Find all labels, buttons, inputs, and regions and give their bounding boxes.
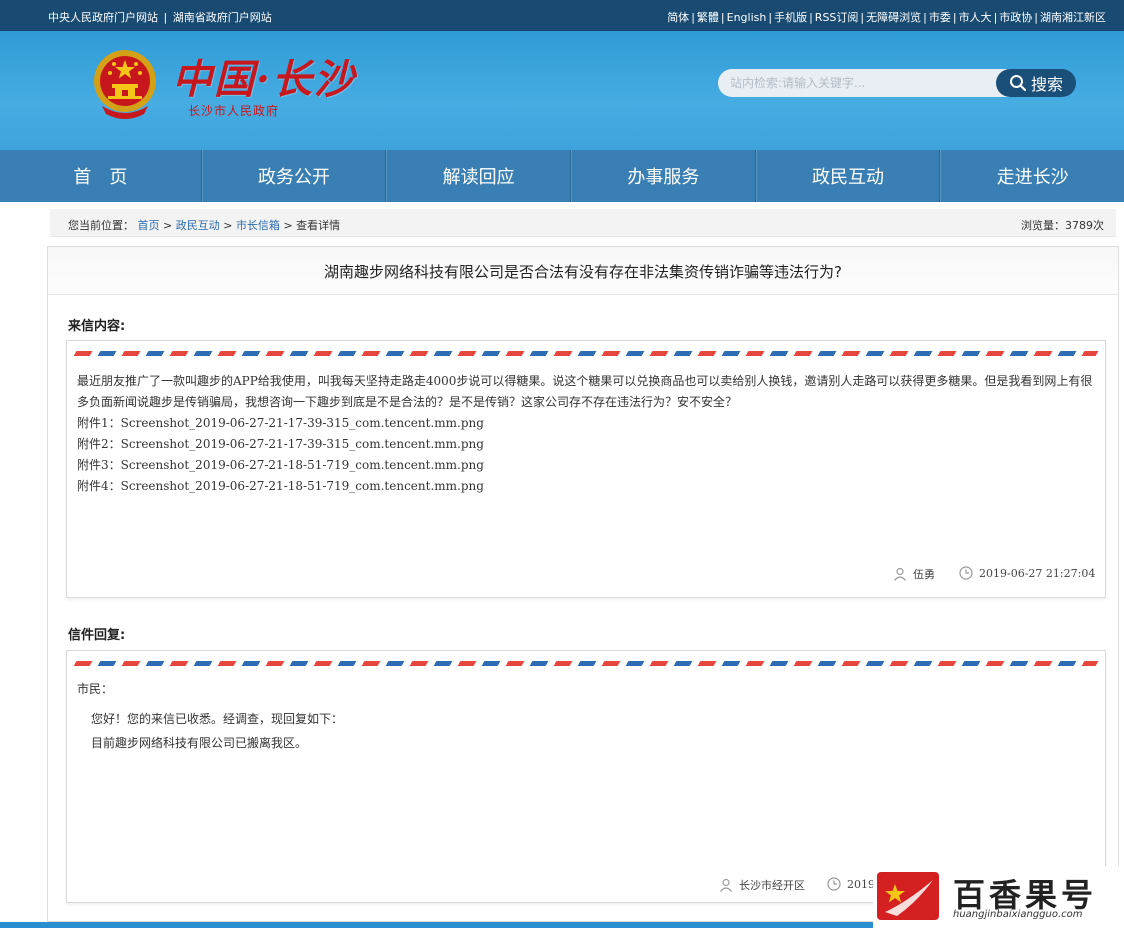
letter-content-box: 最近朋友推广了一款叫趣步的APP给我使用，叫我每天坚持走路走4000步说可以得糖… [66,340,1106,598]
nav-services[interactable]: 办事服务 [571,150,756,202]
top-utility-bar: 中央人民政府门户网站 | 湖南省政府门户网站 简体 | 繁體 | English | 手机版… [0,0,1124,31]
breadcrumb-path: 您当前位置： 首页 > 政民互动 > 市长信箱 > 查看详情 [68,219,341,232]
link-accessibility[interactable]: 无障碍浏览 [866,11,921,24]
article-titlebar: 湖南趣步网络科技有限公司是否合法有没有存在非法集资传销诈骗等违法行为? [48,247,1118,295]
national-emblem-icon [94,50,156,119]
search-button-label: 搜索 [1030,75,1063,94]
user-icon [720,878,732,892]
link-peoples-congress[interactable]: 市人大 [959,11,992,24]
reply-greeting: 市民： [77,682,114,696]
search-input[interactable] [718,69,1018,97]
letter-paragraph: 最近朋友推广了一款叫趣步的APP给我使用，叫我每天坚持走路走4000步说可以得糖… [77,374,1093,409]
user-icon [894,567,906,581]
airmail-border [73,351,1099,356]
nav-home[interactable]: 首页 [0,150,202,202]
attachment-3[interactable]: 附件3：Screenshot_2019-06-27-21-18-51-719_c… [77,455,1097,476]
airmail-border [73,661,1099,666]
main-nav: 首页 政务公开 解读回应 办事服务 政民互动 走进长沙 [0,150,1124,202]
link-xiangjiang-new-area[interactable]: 湖南湘江新区 [1040,11,1106,24]
link-hunan-gov[interactable]: 湖南省政府门户网站 [173,11,272,24]
letter-body: 最近朋友推广了一款叫趣步的APP给我使用，叫我每天坚持走路走4000步说可以得糖… [77,371,1097,497]
top-right-links: 简体 | 繁體 | English | 手机版 | RSS订阅 | 无障碍浏览 | 市委 | 市人大 | 市政协… [667,11,1106,24]
watermark-url: huangjinbaixiangguo.com [953,909,1083,920]
view-count-label: 浏览量： [1021,219,1065,232]
letter-author-meta: 伍勇 [893,566,935,582]
clock-icon [959,566,973,580]
reply-body: 市民： 您好！您的来信已收悉。经调查，现回复如下： 目前趣步网络科技有限公司已搬… [77,677,1097,755]
view-count-value: 3789次 [1065,219,1104,232]
article-title: 湖南趣步网络科技有限公司是否合法有没有存在非法集资传销诈骗等违法行为? [324,263,842,281]
nav-government-affairs[interactable]: 政务公开 [201,150,387,202]
reply-label: 信件回复: [68,628,126,643]
letter-author: 伍勇 [913,568,935,581]
letter-time-meta: 2019-06-27 21:27:04 [959,566,1095,580]
attachment-4[interactable]: 附件4：Screenshot_2019-06-27-21-18-51-719_c… [77,476,1097,497]
link-traditional[interactable]: 繁體 [697,11,719,24]
link-simplified[interactable]: 简体 [667,11,689,24]
link-mobile[interactable]: 手机版 [774,11,807,24]
link-cppcc[interactable]: 市政协 [999,11,1032,24]
attachment-2[interactable]: 附件2：Screenshot_2019-06-27-21-17-39-315_c… [77,434,1097,455]
link-party-committee[interactable]: 市委 [929,11,951,24]
nav-interaction[interactable]: 政民互动 [755,150,941,202]
site-header: 中国·长沙 长沙市人民政府 搜索 [0,31,1124,150]
reply-line-1: 您好！您的来信已收悉。经调查，现回复如下： [91,712,344,726]
breadcrumb-home[interactable]: 首页 [138,219,160,232]
link-rss[interactable]: RSS订阅 [815,11,859,24]
search-icon [1009,75,1027,92]
reply-author-meta: 长沙市经开区 [719,877,805,893]
link-central-gov[interactable]: 中央人民政府门户网站 [48,11,158,24]
breadcrumb-current: 查看详情 [296,219,341,232]
logo-title: 中国·长沙 [172,56,356,103]
letter-time: 2019-06-27 21:27:04 [979,566,1096,580]
link-english[interactable]: English [727,11,767,24]
watermark-logo-icon [877,872,939,920]
letter-label: 来信内容: [68,319,126,334]
top-left-links: 中央人民政府门户网站 | 湖南省政府门户网站 [48,11,272,24]
attachment-1[interactable]: 附件1：Screenshot_2019-06-27-21-17-39-315_c… [77,413,1097,434]
clock-icon [827,877,841,891]
article-card: 湖南趣步网络科技有限公司是否合法有没有存在非法集资传销诈骗等违法行为? 来信内容… [47,246,1119,922]
breadcrumb-prefix: 您当前位置： [68,219,134,232]
reply-time-meta: 2019- [827,877,879,891]
breadcrumb-interaction[interactable]: 政民互动 [176,219,220,232]
site-search: 搜索 [718,69,1078,97]
watermark: 百香果号 huangjinbaixiangguo.com [873,866,1124,928]
nav-interpretation[interactable]: 解读回应 [386,150,572,202]
breadcrumb-mayor-mailbox[interactable]: 市长信箱 [236,219,280,232]
reply-line-2: 目前趣步网络科技有限公司已搬离我区。 [91,736,308,750]
search-button[interactable]: 搜索 [996,69,1076,97]
logo-subtitle: 长沙市人民政府 [188,104,280,118]
nav-about-changsha[interactable]: 走进长沙 [940,150,1124,202]
view-count: 浏览量：3789次 [1021,217,1104,233]
reply-author: 长沙市经开区 [739,879,805,892]
breadcrumb: 您当前位置： 首页 > 政民互动 > 市长信箱 > 查看详情 浏览量：3789次 [50,209,1116,237]
